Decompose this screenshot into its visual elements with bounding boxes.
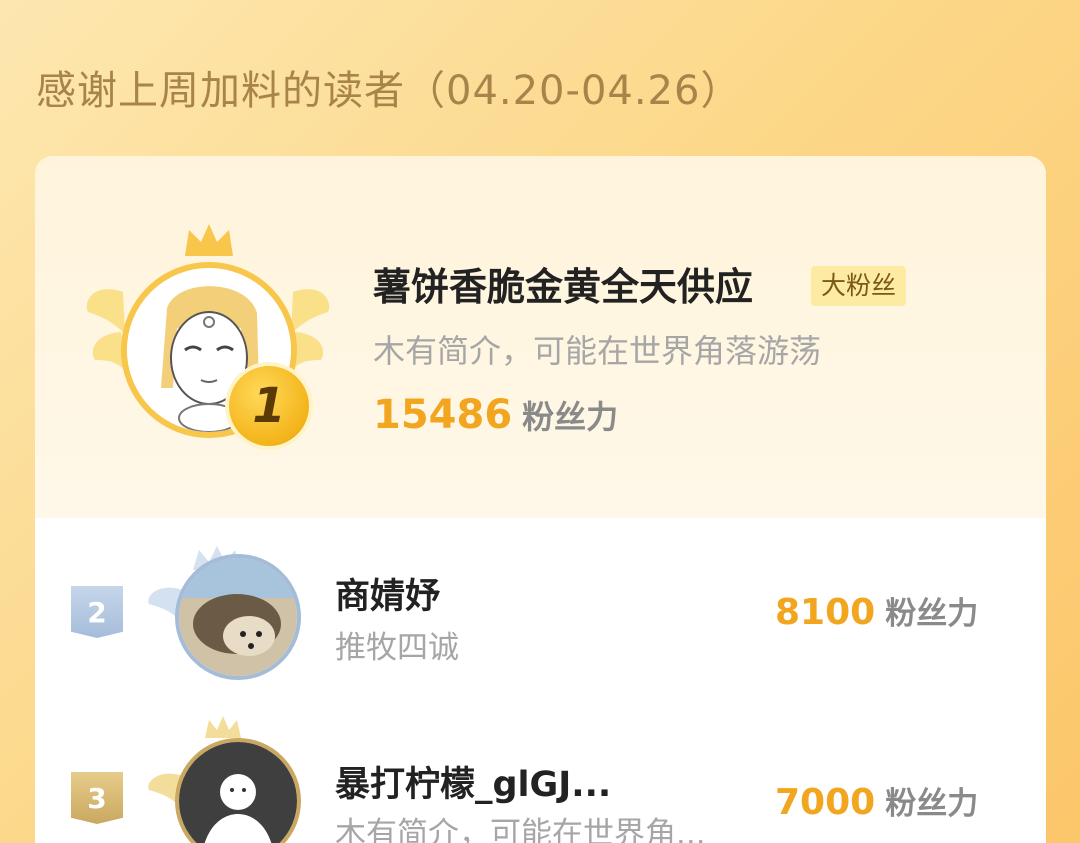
page-title: 感谢上周加料的读者（04.20-04.26）	[36, 68, 742, 114]
fan-score: 7000 粉丝力	[775, 778, 978, 823]
list-item[interactable]: 3 暴打柠檬_glGJ... 木有简介，可能在世界角... 7000 粉丝力	[35, 716, 1046, 843]
score-unit: 粉丝力	[522, 398, 619, 436]
fan-name[interactable]: 商婧妤	[335, 568, 440, 619]
list-item[interactable]: 2 商婧妤 推牧四诚 8100 粉丝力	[35, 530, 1046, 690]
rank-badge-2: 2	[71, 586, 123, 638]
top-fan-score: 15486 粉丝力	[373, 392, 618, 438]
fan-score: 8100 粉丝力	[775, 588, 978, 633]
score-value: 8100	[775, 592, 876, 633]
fan-bio: 木有简介，可能在世界角...	[335, 816, 706, 843]
crown-icon	[185, 224, 233, 256]
fan-bio: 推牧四诚	[335, 630, 459, 666]
fan-level-badge: 大粉丝	[811, 266, 907, 306]
fan-name[interactable]: 暴打柠檬_glGJ...	[335, 756, 611, 807]
score-unit: 粉丝力	[885, 786, 979, 822]
score-value: 7000	[775, 782, 876, 823]
top-fan-bio: 木有简介，可能在世界角落游荡	[373, 332, 822, 370]
top-fan-name[interactable]: 薯饼香脆金黄全天供应	[373, 256, 753, 311]
avatar[interactable]	[175, 554, 301, 680]
rank-badge-1: 1	[225, 362, 313, 450]
score-value: 15486	[373, 392, 513, 438]
top-fan-avatar-group[interactable]: 1	[83, 222, 333, 452]
rank-badge-3: 3	[71, 772, 123, 824]
default-user-avatar-icon	[179, 742, 297, 843]
hedgehog-avatar-icon	[179, 558, 297, 676]
top-fan-section[interactable]: 1 薯饼香脆金黄全天供应 大粉丝 木有简介，可能在世界角落游荡 15486 粉丝力	[35, 156, 1046, 518]
score-unit: 粉丝力	[885, 596, 979, 632]
fan-ranking-card: 1 薯饼香脆金黄全天供应 大粉丝 木有简介，可能在世界角落游荡 15486 粉丝力…	[35, 156, 1046, 843]
